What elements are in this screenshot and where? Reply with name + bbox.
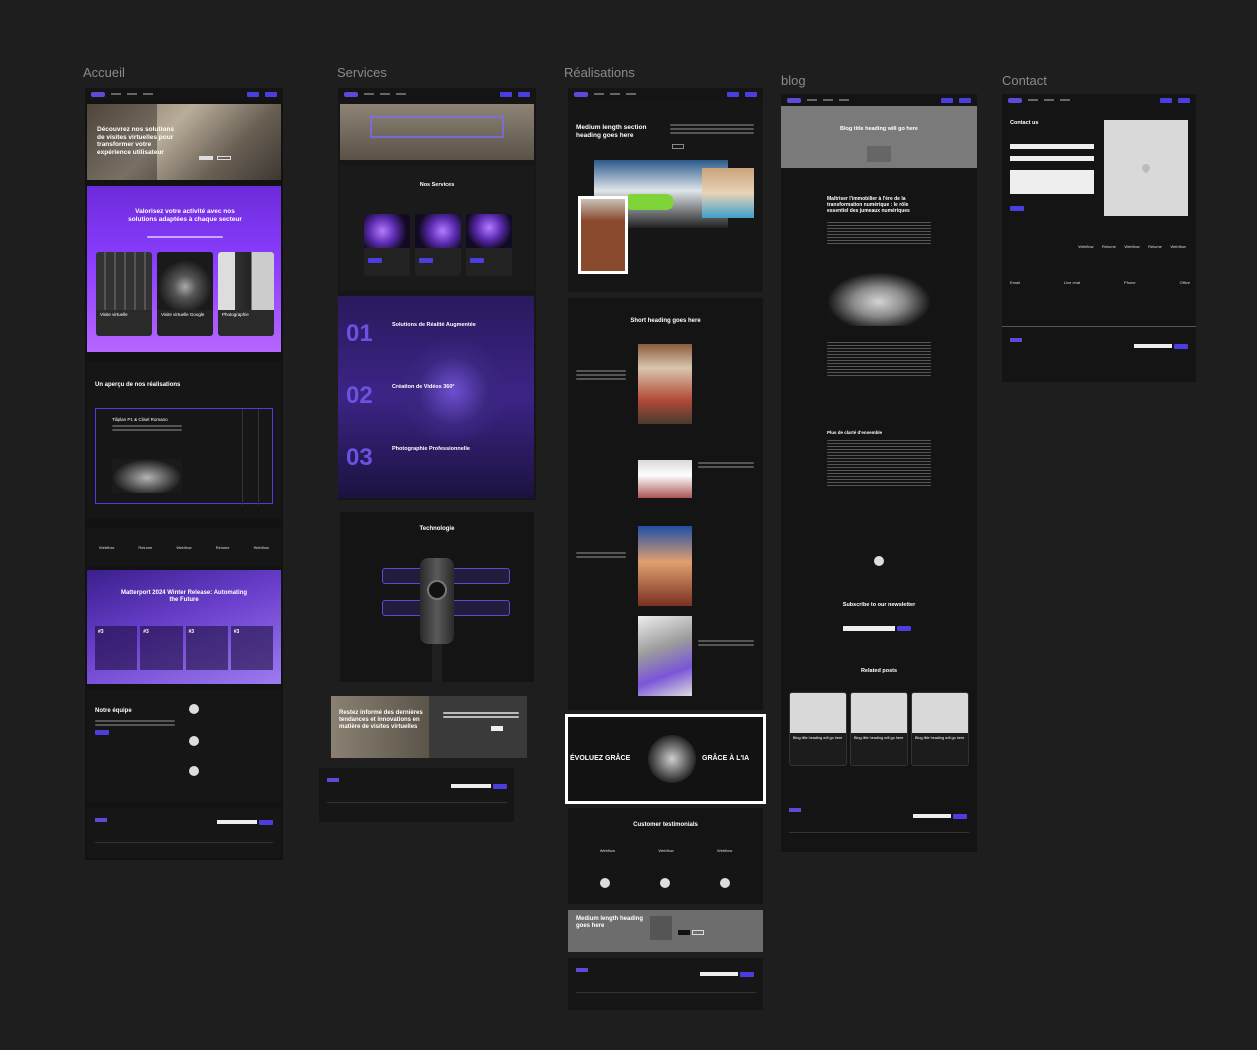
camera-icon — [420, 558, 454, 644]
frame-services[interactable]: Nos Services 01 Solutions de Réalité Aug… — [338, 88, 536, 500]
frame-blog[interactable]: Blog title heading will go here Maîtrise… — [781, 94, 977, 852]
section-heading: Plus de clarté d'ensemble — [827, 430, 883, 435]
map-pin-icon — [1104, 120, 1188, 216]
contact-info-office: Office — [1179, 280, 1190, 285]
real-photo-interior — [702, 168, 754, 218]
service-item-title: Solutions de Réalité Augmentée — [392, 322, 476, 328]
project-image[interactable] — [638, 344, 692, 424]
blog-hero: Blog title heading will go here — [781, 106, 977, 168]
service-item-title: Photographie Professionnelle — [392, 446, 470, 452]
name-field[interactable] — [1010, 144, 1094, 149]
submit-button[interactable] — [1010, 206, 1024, 211]
contact-info-phone: Phone — [1124, 280, 1136, 285]
author-avatar — [874, 556, 884, 566]
email-field[interactable] — [1010, 156, 1094, 161]
hero-title: Découvrez nos solutions de visites virtu… — [97, 126, 174, 156]
accueil-team: Notre équipe — [87, 690, 281, 802]
services-navbar — [338, 88, 536, 100]
short-heading: Short heading goes here — [630, 318, 701, 324]
related-card[interactable]: Blog title heading will go here — [911, 692, 969, 766]
apercu-title: Un aperçu de nos réalisations — [95, 382, 181, 388]
accueil-release: Matterport 2024 Winter Release: Automati… — [87, 570, 281, 684]
contact-info-chat: Live chat — [1064, 280, 1081, 285]
design-canvas: Accueil Services Réalisations blog Conta… — [0, 0, 1257, 1050]
frame-label-contact[interactable]: Contact — [1002, 73, 1047, 88]
frame-services-cta[interactable]: Restez informé des dernières tendances e… — [331, 696, 527, 758]
contact-info-email: Email — [1010, 280, 1021, 285]
services-section: Nos Services — [340, 166, 534, 290]
nav-button[interactable] — [247, 91, 259, 97]
accueil-sectors: Valorisez votre activité avec nos soluti… — [87, 186, 281, 352]
frame-realisations[interactable]: Medium length section heading goes here — [568, 88, 763, 292]
article-title: Maîtriser l'immobilier à l'ère de la tra… — [827, 196, 910, 214]
avatar — [189, 766, 199, 776]
cta-title: Restez informé des dernières tendances e… — [339, 710, 423, 730]
contact-navbar — [1002, 94, 1196, 106]
selection-outline — [565, 714, 766, 804]
accueil-apercu: Un aperçu de nos réalisations Tiliplan P… — [87, 362, 281, 518]
release-title: Matterport 2024 Winter Release: Automati… — [120, 590, 248, 603]
accueil-navbar — [85, 88, 283, 100]
frame-services-footer[interactable] — [319, 768, 514, 822]
release-card[interactable]: #3 — [185, 626, 228, 670]
release-card[interactable]: #3 — [230, 626, 273, 670]
release-card[interactable]: #3 — [140, 626, 183, 670]
newsletter-title: Subscribe to our newsletter — [842, 602, 916, 608]
team-title: Notre équipe — [95, 708, 132, 714]
frame-real-cta[interactable]: Medium length heading goes here — [568, 910, 763, 952]
blog-hero-title: Blog title heading will go here — [840, 126, 918, 132]
project-image[interactable] — [638, 526, 692, 606]
frame-label-services[interactable]: Services — [337, 65, 387, 80]
related-card[interactable]: Blog title heading will go here — [850, 692, 908, 766]
tech-title: Technologie — [419, 526, 455, 532]
avatar — [189, 736, 199, 746]
sector-card[interactable]: Visite virtuelle Google — [157, 252, 213, 336]
frame-real-footer[interactable] — [568, 958, 763, 1010]
article-image — [827, 272, 931, 326]
real-photo-tower — [578, 196, 628, 274]
avatar — [600, 878, 610, 888]
accueil-footer — [87, 808, 281, 858]
accueil-hero: Découvrez nos solutions de visites virtu… — [87, 104, 281, 180]
services-title: Nos Services — [419, 182, 455, 188]
service-card[interactable] — [364, 214, 410, 276]
service-card[interactable] — [415, 214, 461, 276]
real-cta-title: Medium length heading goes here — [576, 916, 643, 929]
services-list: 01 Solutions de Réalité Augmentée 02 Cré… — [338, 296, 534, 498]
release-card[interactable]: #3 — [95, 626, 138, 670]
frame-testimonials[interactable]: Customer testimonials Webflow Webflow Webf… — [568, 808, 763, 904]
testimonials-title: Customer testimonials — [633, 822, 698, 828]
subscribe-button[interactable] — [897, 626, 911, 631]
sector-card[interactable]: Visite virtuelle — [96, 252, 152, 336]
related-card[interactable]: Blog title heading will go here — [789, 692, 847, 766]
apercu-card[interactable]: Tiliplan P1 & Clisel Romano — [95, 408, 273, 505]
frame-accueil[interactable]: Découvrez nos solutions de visites virtu… — [85, 88, 283, 860]
project-image[interactable] — [638, 616, 692, 696]
contact-form-title: Contact us — [1010, 120, 1039, 126]
nav-button[interactable] — [265, 91, 277, 97]
frame-contact[interactable]: Contact us Webflow Relume Webflow Relume Web… — [1002, 94, 1196, 382]
sector-card[interactable]: Photographie — [218, 252, 274, 336]
frame-label-realisations[interactable]: Réalisations — [564, 65, 635, 80]
frame-label-blog[interactable]: blog — [781, 73, 806, 88]
avatar — [720, 878, 730, 888]
services-hero — [340, 104, 534, 160]
newsletter-input[interactable] — [843, 626, 895, 631]
sector-title: Valorisez votre activité avec nos soluti… — [128, 208, 242, 223]
frame-label-accueil[interactable]: Accueil — [83, 65, 125, 80]
service-card[interactable] — [466, 214, 512, 276]
frame-services-tech[interactable]: Technologie — [340, 512, 534, 682]
project-image[interactable] — [638, 460, 692, 498]
blog-navbar — [781, 94, 977, 106]
related-title: Related posts — [860, 668, 898, 674]
real-hero-title: Medium length section heading goes here — [576, 124, 647, 139]
frame-realisations-list[interactable]: Short heading goes here — [568, 298, 763, 710]
accueil-logo-strip: Webflow Relume Webflow Relume Webflow — [87, 528, 281, 566]
realisations-navbar — [568, 88, 763, 100]
logo[interactable] — [91, 91, 105, 97]
service-item-title: Création de Vidéos 360° — [392, 384, 455, 390]
message-field[interactable] — [1010, 170, 1094, 194]
avatar — [189, 704, 199, 714]
avatar — [660, 878, 670, 888]
